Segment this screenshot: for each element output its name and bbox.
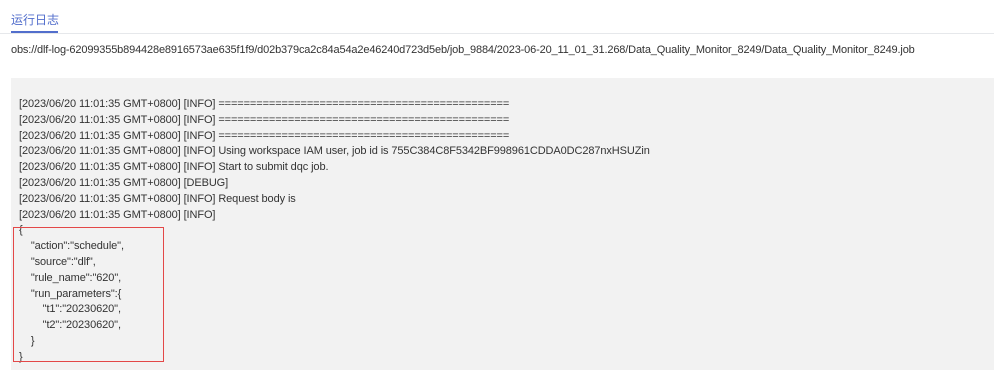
log-line: "source":"dlf", [19, 255, 96, 268]
tab-bar: 运行日志 [0, 0, 994, 34]
active-tab-indicator [11, 31, 58, 33]
log-line: "run_parameters":{ [19, 287, 122, 300]
log-line: "t1":"20230620", [19, 303, 121, 316]
log-line: [2023/06/20 11:01:35 GMT+0800] [INFO] ==… [19, 129, 510, 142]
log-line: "action":"schedule", [19, 240, 124, 253]
log-line: [2023/06/20 11:01:35 GMT+0800] [INFO] Re… [19, 192, 296, 205]
log-line: } [19, 350, 23, 363]
tab-run-log[interactable]: 运行日志 [11, 11, 59, 28]
log-line: "t2":"20230620", [19, 319, 121, 332]
log-line: } [19, 334, 35, 347]
log-line: [2023/06/20 11:01:35 GMT+0800] [INFO] ==… [19, 98, 510, 110]
log-lines: [2023/06/20 11:01:35 GMT+0800] [INFO] ==… [19, 97, 650, 366]
log-viewer[interactable]: [2023/06/20 11:01:35 GMT+0800] [INFO] ==… [11, 78, 994, 370]
log-line: { [19, 224, 23, 237]
log-line: "rule_name":"620", [19, 271, 122, 284]
log-file-path: obs://dlf-log-62099355b894428e8916573ae6… [11, 44, 915, 56]
log-line: [2023/06/20 11:01:35 GMT+0800] [INFO] Us… [19, 145, 650, 158]
log-line: [2023/06/20 11:01:35 GMT+0800] [INFO] ==… [19, 113, 510, 126]
log-line: [2023/06/20 11:01:35 GMT+0800] [DEBUG] [19, 176, 229, 189]
log-line: [2023/06/20 11:01:35 GMT+0800] [INFO] [19, 208, 216, 221]
log-line: [2023/06/20 11:01:35 GMT+0800] [INFO] St… [19, 161, 329, 174]
